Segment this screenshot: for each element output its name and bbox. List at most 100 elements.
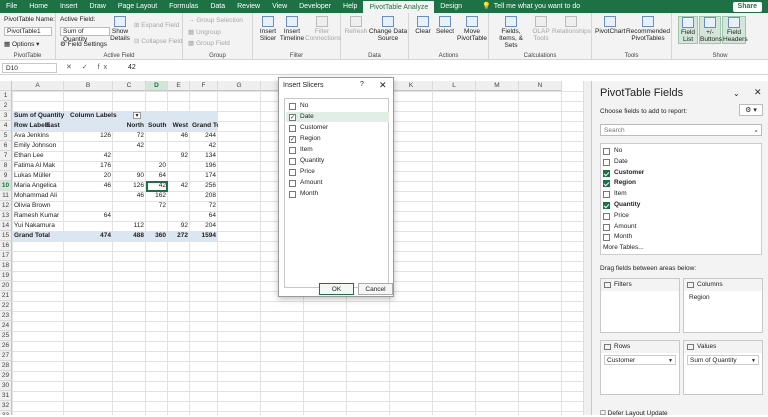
fields-items-sets-button[interactable]: Fields, Items, & Sets <box>492 16 530 49</box>
pivot-column-west[interactable]: West <box>168 121 190 131</box>
row-header-12[interactable]: 12 <box>0 201 12 211</box>
slicer-field-item[interactable]: Item <box>286 145 389 155</box>
pivot-row-label[interactable]: Ramesh Kumar <box>12 211 64 221</box>
pivot-value-cell[interactable]: 72 <box>146 201 168 211</box>
menu-item-page-layout[interactable]: Page Layout <box>112 0 163 13</box>
pivot-column-north[interactable]: North <box>113 121 146 131</box>
row-header-24[interactable]: 24 <box>0 321 12 331</box>
row-header-29[interactable]: 29 <box>0 371 12 381</box>
pivot-field-region[interactable]: Region <box>603 178 636 188</box>
field-search-input[interactable]: Search ⌕ <box>600 124 762 136</box>
pivot-value-cell[interactable] <box>168 201 190 211</box>
values-area[interactable]: Values Sum of Quantity ▼ <box>683 340 763 395</box>
pivot-row-label[interactable]: Ethan Lee <box>12 151 64 161</box>
row-header-32[interactable]: 32 <box>0 401 12 411</box>
menu-item-help[interactable]: Help <box>337 0 363 13</box>
row-header-5[interactable]: 5 <box>0 131 12 141</box>
defer-layout-update[interactable]: ☐ Defer Layout Update <box>600 409 668 417</box>
slicer-checkbox-item[interactable] <box>289 147 296 154</box>
slicer-checkbox-date[interactable]: ✓ <box>289 114 296 121</box>
pivot-value-cell[interactable]: 92 <box>168 151 190 161</box>
pivot-field-item[interactable]: Item <box>603 189 627 199</box>
pivot-value-cell[interactable]: 176 <box>64 161 113 171</box>
row-header-27[interactable]: 27 <box>0 351 12 361</box>
pivot-value-cell[interactable]: 20 <box>146 161 168 171</box>
column-header-K[interactable]: K <box>390 81 433 91</box>
pivot-value-cell[interactable] <box>113 161 146 171</box>
menu-item-review[interactable]: Review <box>231 0 266 13</box>
row-header-7[interactable]: 7 <box>0 151 12 161</box>
pivot-value-cell[interactable] <box>146 131 168 141</box>
menu-item-data[interactable]: Data <box>204 0 231 13</box>
row-header-6[interactable]: 6 <box>0 141 12 151</box>
pivot-value-cell[interactable] <box>113 201 146 211</box>
slicer-field-month[interactable]: Month <box>286 189 389 199</box>
pivot-row-label[interactable]: Maria Angelica <box>12 181 64 191</box>
move-pivottable-button[interactable]: Move PivotTable <box>456 16 488 42</box>
column-header-B[interactable]: B <box>64 81 113 91</box>
pivot-value-cell[interactable]: 134 <box>190 151 218 161</box>
pivot-value-cell[interactable] <box>168 211 190 221</box>
options-button[interactable]: ▦ Options ▾ <box>4 40 39 48</box>
pivot-column-east[interactable]: East <box>44 121 93 131</box>
help-icon[interactable]: ? <box>360 81 364 88</box>
pivot-field-date[interactable]: Date <box>603 157 628 167</box>
pivot-field-no[interactable]: No <box>603 146 622 156</box>
slicer-field-customer[interactable]: Customer <box>286 123 389 133</box>
column-header-A[interactable]: A <box>12 81 64 91</box>
pivot-value-cell[interactable]: 204 <box>190 221 218 231</box>
field-list-toggle[interactable]: Field List <box>678 16 698 44</box>
menu-item-view[interactable]: View <box>266 0 293 13</box>
slicer-checkbox-price[interactable] <box>289 169 296 176</box>
pivotchart-button[interactable]: PivotChart <box>595 16 625 35</box>
vertical-scrollbar[interactable] <box>583 81 591 415</box>
rows-field-customer[interactable]: Customer ▼ <box>604 355 676 365</box>
pivot-row-label[interactable]: Fatima Al Mak <box>12 161 64 171</box>
grand-total-value[interactable]: 1594 <box>190 231 218 241</box>
pivot-value-cell[interactable] <box>64 191 113 201</box>
ungroup-button[interactable]: ▦ Ungroup <box>188 28 221 36</box>
pivot-field-checkbox-quantity[interactable] <box>603 202 610 209</box>
pivot-value-cell[interactable]: 126 <box>113 181 146 191</box>
tell-me-search[interactable]: 💡 Tell me what you want to do <box>476 0 586 13</box>
pivot-value-cell[interactable]: 72 <box>113 131 146 141</box>
column-header-M[interactable]: M <box>476 81 519 91</box>
grand-total-value[interactable]: 474 <box>64 231 113 241</box>
grand-total-value[interactable]: 488 <box>113 231 146 241</box>
column-header-C[interactable]: C <box>113 81 146 91</box>
grand-total-label[interactable]: Grand Total <box>12 231 64 241</box>
recommended-pivottables-button[interactable]: Recommended PivotTables <box>625 16 671 42</box>
pivot-field-checkbox-region[interactable] <box>603 180 610 188</box>
columns-area[interactable]: Columns Region <box>683 278 763 333</box>
row-header-20[interactable]: 20 <box>0 281 12 291</box>
row-header-14[interactable]: 14 <box>0 221 12 231</box>
pivot-value-cell[interactable]: 256 <box>190 181 218 191</box>
pivot-row-label[interactable]: Olivia Brown <box>12 201 64 211</box>
pivot-value-cell[interactable] <box>146 141 168 151</box>
column-header-G[interactable]: G <box>218 81 261 91</box>
pivot-value-cell[interactable] <box>168 141 190 151</box>
more-tables-link[interactable]: More Tables... <box>603 244 644 251</box>
column-header-D[interactable]: D <box>146 81 168 91</box>
close-icon[interactable]: ✕ <box>379 80 387 91</box>
rows-area[interactable]: Rows Customer ▼ <box>600 340 680 395</box>
row-header-2[interactable]: 2 <box>0 101 12 111</box>
row-header-18[interactable]: 18 <box>0 261 12 271</box>
pivot-row-label[interactable]: Mohammad Ali <box>12 191 64 201</box>
pivot-value-cell[interactable] <box>168 171 190 181</box>
slicer-field-amount[interactable]: Amount <box>286 178 389 188</box>
pivot-value-cell[interactable] <box>113 211 146 221</box>
cancel-button[interactable]: Cancel <box>358 283 393 295</box>
row-header-13[interactable]: 13 <box>0 211 12 221</box>
slicer-field-date[interactable]: ✓ Date <box>286 112 389 122</box>
slicer-checkbox-amount[interactable] <box>289 180 296 187</box>
pivot-column-labels[interactable]: Column Labels <box>68 111 118 121</box>
pivot-field-checkbox-price[interactable] <box>603 212 610 220</box>
field-headers-toggle[interactable]: Field Headers <box>722 16 748 44</box>
pivot-value-cell[interactable]: 42 <box>168 181 190 191</box>
pivot-value-cell[interactable] <box>168 161 190 171</box>
pivot-value-cell[interactable]: 46 <box>64 181 113 191</box>
row-header-9[interactable]: 9 <box>0 171 12 181</box>
share-button[interactable]: Share <box>732 2 762 12</box>
pivot-value-cell[interactable]: 208 <box>190 191 218 201</box>
